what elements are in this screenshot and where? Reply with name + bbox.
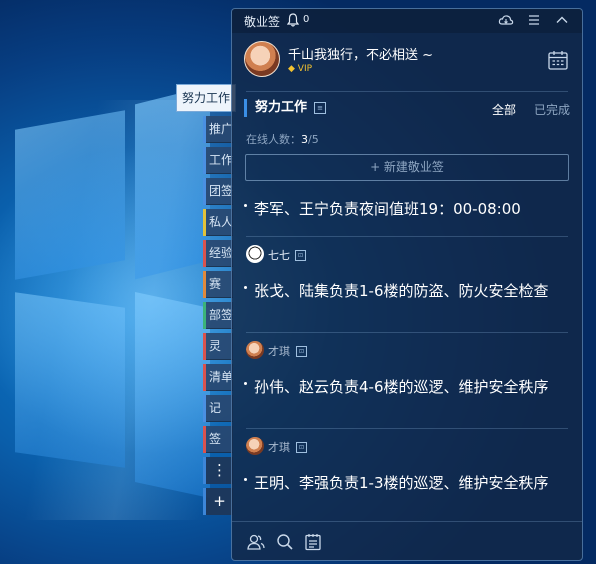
cloud-icon[interactable] <box>498 12 514 28</box>
new-note-button[interactable]: + 新建敬业签 <box>245 154 569 181</box>
tab-item[interactable]: 记 <box>203 395 233 422</box>
avatar[interactable] <box>244 41 280 77</box>
windows-logo-pane <box>135 292 210 498</box>
list-item[interactable]: 李军、王宁负责夜间值班19：00-08:00 <box>244 199 566 235</box>
divider <box>246 91 568 92</box>
online-count: 在线人数：3/5 <box>246 133 319 146</box>
list-item[interactable]: 才琪 ⊡ 王明、李强负责1-3楼的巡逻、维护安全秩序 <box>244 437 566 519</box>
bell-icon[interactable] <box>287 13 299 27</box>
list-item[interactable]: 七七 ⊡ 张戈、陆集负责1-6楼的防盗、防火安全检查 <box>244 245 566 327</box>
tab-item[interactable]: 经验 <box>203 240 233 267</box>
note-text: 孙伟、赵云负责4-6楼的巡逻、维护安全秩序 <box>254 378 549 396</box>
list-header: 努力工作 ≡ 全部 已完成 <box>244 99 570 119</box>
notes-icon[interactable] <box>303 532 323 552</box>
vip-badge: ◆ VIP <box>288 64 313 74</box>
note-text: 李军、王宁负责夜间值班19：00-08:00 <box>254 200 521 218</box>
sticky-note-panel: 敬业签 0 千山我独行，不必相送 ~ ◆ VIP 努力工作 ≡ 全部 已完成 在… <box>231 8 583 561</box>
tab-item[interactable]: 赛 <box>203 271 233 298</box>
diamond-icon: ◆ <box>288 64 295 74</box>
windows-logo-pane <box>15 292 125 468</box>
tab-item[interactable]: 部签 <box>203 302 233 329</box>
tab-item[interactable]: 团签 <box>203 178 233 205</box>
list-title: 努力工作 <box>244 99 307 117</box>
tab-item[interactable]: 灵 <box>203 333 233 360</box>
user-name: 千山我独行，不必相送 ~ <box>288 48 434 63</box>
list-settings-icon[interactable]: ≡ <box>314 102 326 114</box>
notification-count: 0 <box>303 14 310 25</box>
tab-item[interactable]: 清单 <box>203 364 233 391</box>
more-tabs-button[interactable]: ⋮ <box>203 457 233 484</box>
windows-logo-pane <box>135 85 210 280</box>
note-type-icon: ⊡ <box>296 346 307 357</box>
calendar-icon[interactable] <box>547 49 569 71</box>
menu-icon[interactable] <box>526 12 542 28</box>
tab-active[interactable]: 努力工作 <box>176 84 236 112</box>
search-icon[interactable] <box>275 532 295 552</box>
divider <box>246 428 568 429</box>
windows-logo-pane <box>15 110 125 280</box>
avatar <box>246 341 264 359</box>
note-type-icon: ⊡ <box>296 442 307 453</box>
author-name: 七七 <box>268 249 290 262</box>
title-bar[interactable]: 敬业签 0 <box>232 9 582 33</box>
divider <box>246 236 568 237</box>
app-title: 敬业签 <box>244 15 281 29</box>
note-text: 张戈、陆集负责1-6楼的防盗、防火安全检查 <box>254 282 549 300</box>
bottom-toolbar <box>232 521 582 560</box>
tab-item[interactable]: 工作 <box>203 147 233 174</box>
note-text: 王明、李强负责1-3楼的巡逻、维护安全秩序 <box>254 474 549 492</box>
tab-item[interactable]: 签 <box>203 426 233 453</box>
list-item[interactable]: 才琪 ⊡ 孙伟、赵云负责4-6楼的巡逻、维护安全秩序 <box>244 341 566 423</box>
tab-item[interactable]: 推广 <box>203 116 233 143</box>
filter-all-tab[interactable]: 全部 <box>492 101 516 118</box>
note-type-icon: ⊡ <box>295 250 306 261</box>
author-name: 才琪 <box>268 441 290 454</box>
avatar <box>246 437 264 455</box>
add-tab-button[interactable]: + <box>203 488 233 515</box>
tab-item[interactable]: 私人 <box>203 209 233 236</box>
author-name: 才琪 <box>268 345 290 358</box>
divider <box>246 332 568 333</box>
collapse-icon[interactable] <box>554 12 570 28</box>
contacts-icon[interactable] <box>246 532 266 552</box>
avatar <box>246 245 264 263</box>
filter-done-tab[interactable]: 已完成 <box>534 101 570 118</box>
